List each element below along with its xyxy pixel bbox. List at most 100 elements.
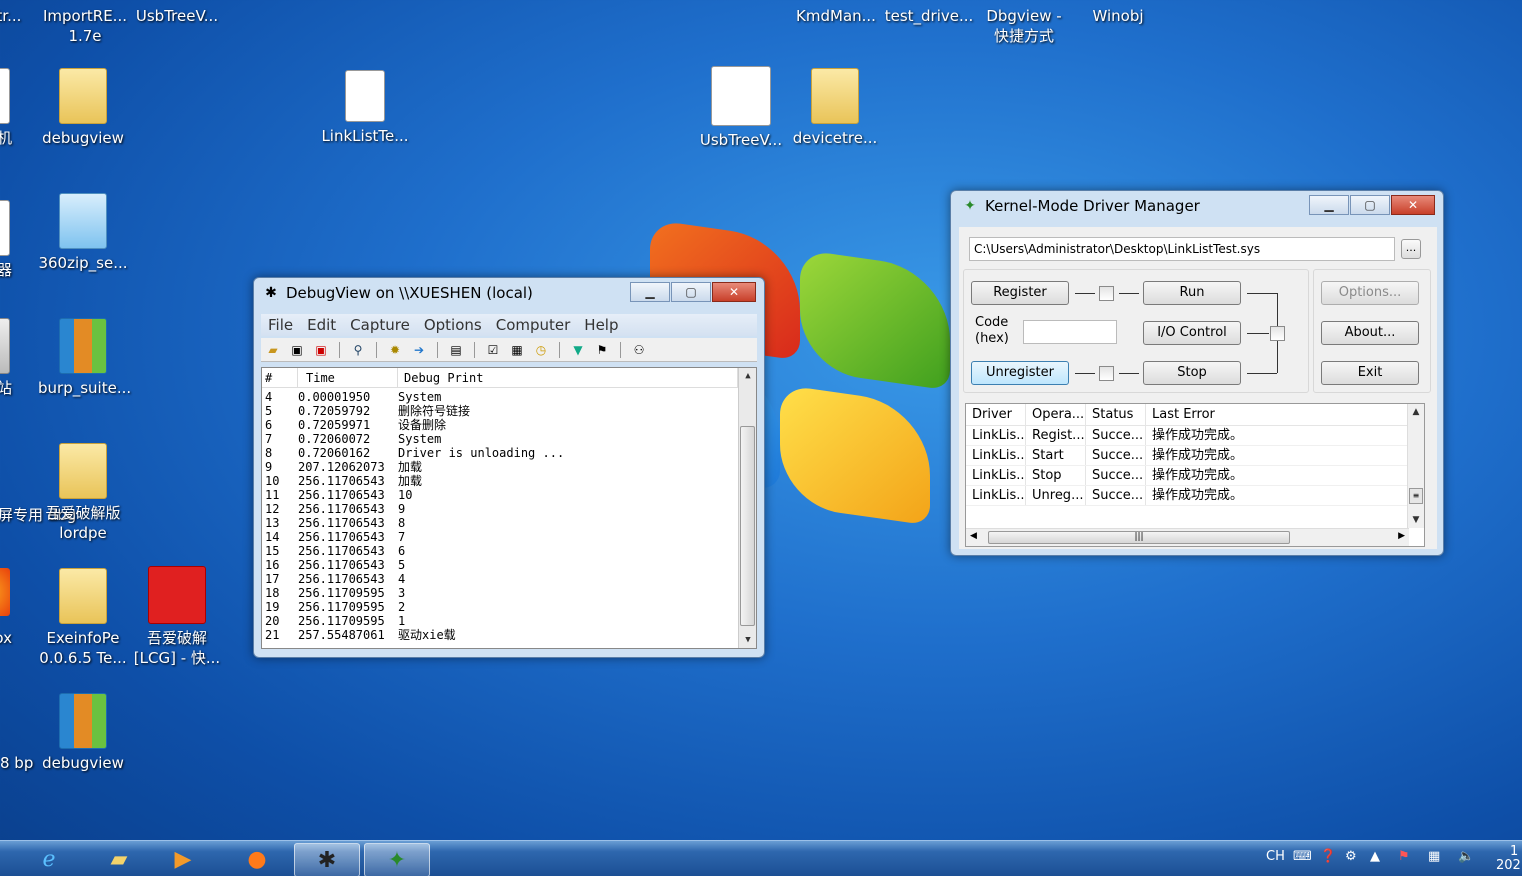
log-row[interactable]: 17 256.11706543 4 (262, 572, 756, 586)
menu-edit[interactable]: Edit (300, 314, 343, 336)
log-row[interactable]: 16 256.11706543 5 (262, 558, 756, 572)
log-row[interactable]: 9 207.12062073 加载 (262, 460, 756, 474)
log-row[interactable]: 14 256.11706543 7 (262, 530, 756, 544)
menu-computer[interactable]: Computer (489, 314, 578, 336)
column-header-status[interactable]: Status (1086, 404, 1146, 425)
scroll-up-icon[interactable]: ▲ (739, 371, 756, 381)
firefox-icon[interactable]: ● (224, 843, 290, 876)
desktop-icon[interactable]: 器 (0, 200, 16, 280)
list-row[interactable]: LinkLis... Unreg... Succe... 操作成功完成。 (966, 486, 1424, 506)
log-row[interactable]: 5 0.72059792 删除符号链接 (262, 404, 756, 418)
desktop-icon[interactable]: Dbgview - 快捷方式 (979, 6, 1069, 46)
unregister-button[interactable]: Unregister (971, 361, 1069, 385)
list-row[interactable]: LinkLis... Regist... Succe... 操作成功完成。 (966, 426, 1424, 446)
save-icon[interactable]: ▣ (288, 342, 306, 358)
debug-log-list[interactable]: # Time Debug Print 4 0.00001950 System 5 0.7… (261, 367, 757, 649)
log-row[interactable]: 8 0.72060162 Driver is unloading ... (262, 446, 756, 460)
column-header-time[interactable]: Time (298, 368, 398, 387)
maximize-button[interactable]: ▢ (1350, 195, 1390, 215)
desktop-icon[interactable]: 8 bp (0, 693, 36, 773)
close-button[interactable]: ✕ (712, 282, 756, 302)
desktop-icon[interactable]: test_drive... (884, 6, 974, 26)
desktop-icon[interactable]: ox (0, 568, 16, 648)
maximize-button[interactable]: ▢ (671, 282, 711, 302)
desktop-icon[interactable]: 吾爱破解 [LCG] - 快... (132, 566, 222, 668)
settings-icon[interactable]: ⚙ (1345, 849, 1357, 864)
minimize-button[interactable]: ▁ (1309, 195, 1349, 215)
register-button[interactable]: Register (971, 281, 1069, 305)
close-button[interactable]: ✕ (1391, 195, 1435, 215)
io-code-input[interactable] (1023, 320, 1117, 344)
minimize-button[interactable]: ▁ (630, 282, 670, 302)
log-row[interactable]: 18 256.11709595 3 (262, 586, 756, 600)
action-center-icon[interactable]: ⚑ (1398, 849, 1410, 864)
column-header-operation[interactable]: Opera... (1026, 404, 1086, 425)
desktop-icon[interactable]: devicetre... (790, 68, 880, 148)
desktop-icon[interactable]: 机 (0, 68, 16, 148)
desktop-icon[interactable]: LinkListTe... (320, 70, 410, 146)
menu-file[interactable]: File (261, 314, 300, 336)
desktop-icon[interactable]: 屏专用 dbg (0, 445, 76, 525)
taskbar-kmd-manager[interactable]: ✦ (364, 843, 430, 876)
file-explorer-icon[interactable]: ▰ (86, 843, 152, 876)
log-row[interactable]: 20 256.11709595 1 (262, 614, 756, 628)
filter-icon[interactable]: ☑ (484, 342, 502, 358)
scroll-up-icon[interactable]: ▲ (1408, 407, 1424, 417)
desktop-icon[interactable]: UsbTreeV... (132, 6, 222, 26)
media-player-icon[interactable]: ▶ (150, 843, 216, 876)
capture-icon[interactable]: ⚲ (349, 342, 367, 358)
log-row[interactable]: 21 257.55487061 驱动xie载 (262, 628, 756, 642)
highlight-icon[interactable]: ▼ (569, 342, 587, 358)
menu-help[interactable]: Help (577, 314, 625, 336)
pass-through-icon[interactable]: ➔ (410, 342, 428, 358)
log-row[interactable]: 19 256.11709595 2 (262, 600, 756, 614)
log-row[interactable]: 6 0.72059971 设备删除 (262, 418, 756, 432)
scroll-right-icon[interactable]: ▶ (1398, 531, 1405, 541)
scrollbar-thumb[interactable]: ||| (988, 531, 1290, 544)
log-row[interactable]: 13 256.11706543 8 (262, 516, 756, 530)
exit-button[interactable]: Exit (1321, 361, 1419, 385)
volume-icon[interactable]: 🔈 (1458, 849, 1474, 864)
vertical-scrollbar[interactable]: ▲ ▼ (738, 368, 756, 648)
find-icon[interactable]: ⚇ (630, 342, 648, 358)
desktop-icon[interactable]: burp_suite... (38, 318, 131, 398)
io-control-button[interactable]: I/O Control (1143, 321, 1241, 345)
menu-capture[interactable]: Capture (343, 314, 417, 336)
browse-button[interactable]: ... (1401, 239, 1421, 259)
language-indicator[interactable]: CH (1266, 849, 1285, 864)
log-row[interactable]: 12 256.11706543 9 (262, 502, 756, 516)
stop-button[interactable]: Stop (1143, 361, 1241, 385)
operation-list[interactable]: Driver Opera... Status Last Error LinkLi… (965, 403, 1425, 547)
scrollbar-thumb[interactable]: ≡ (1409, 488, 1423, 504)
show-hidden-icons-icon[interactable]: ▲ (1370, 849, 1380, 864)
clear-icon[interactable]: ▣ (312, 342, 330, 358)
desktop-icon[interactable]: Winobj (1073, 6, 1163, 26)
desktop-icon[interactable]: 360zip_se... (38, 193, 128, 273)
scroll-down-icon[interactable]: ▼ (1408, 515, 1424, 525)
column-header-index[interactable]: # (262, 368, 298, 387)
about-button[interactable]: About... (1321, 321, 1419, 345)
desktop-icon[interactable]: KmdMan... (791, 6, 881, 26)
desktop-icon[interactable]: ExeinfoPe 0.0.6.5 Te... (38, 568, 128, 668)
column-header-driver[interactable]: Driver (966, 404, 1026, 425)
desktop-icon[interactable]: 吾爱破解版 lordpe (38, 443, 128, 543)
list-horizontal-scrollbar[interactable]: ◀ ||| ▶ (966, 528, 1409, 546)
scroll-down-icon[interactable]: ▼ (739, 635, 756, 645)
list-row[interactable]: LinkLis... Start Succe... 操作成功完成。 (966, 446, 1424, 466)
capture-kernel-icon[interactable]: ✹ (386, 342, 404, 358)
list-row[interactable]: LinkLis... Stop Succe... 操作成功完成。 (966, 466, 1424, 486)
run-button[interactable]: Run (1143, 281, 1241, 305)
help-icon[interactable]: ❓ (1320, 849, 1336, 864)
desktop-icon[interactable]: ImportRE... 1.7e (40, 6, 130, 46)
log-row[interactable]: 10 256.11706543 加载 (262, 474, 756, 488)
desktop-icon[interactable]: 站 (0, 318, 16, 398)
list-vertical-scrollbar[interactable]: ▲ ≡ ▼ (1407, 404, 1424, 528)
desktop-icon[interactable]: debugview (38, 68, 128, 148)
clock-icon[interactable]: ◷ (532, 342, 550, 358)
taskbar-debugview[interactable]: ✱ (294, 843, 360, 876)
options-button[interactable]: Options... (1321, 281, 1419, 305)
log-row[interactable]: 4 0.00001950 System (262, 390, 756, 404)
menu-options[interactable]: Options (417, 314, 489, 336)
scrollbar-thumb[interactable] (740, 426, 755, 626)
open-icon[interactable]: ▰ (264, 342, 282, 358)
